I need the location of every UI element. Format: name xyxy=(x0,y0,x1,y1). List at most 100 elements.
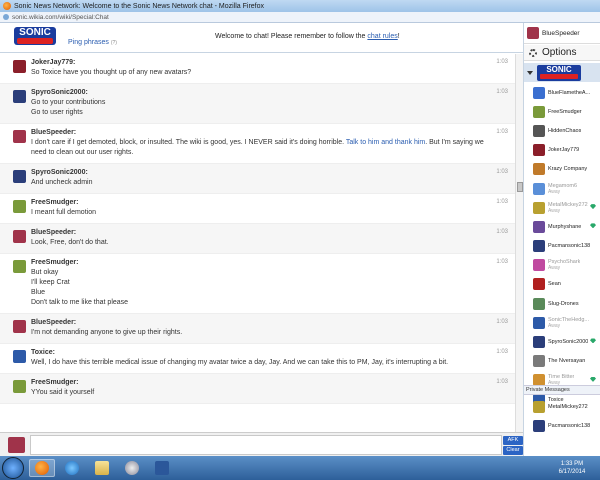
my-avatar xyxy=(8,437,25,453)
message-line: So Toxice have you thought up of any new… xyxy=(31,69,192,76)
private-message-item[interactable]: Pacmansonic138 xyxy=(524,416,600,435)
message-avatar[interactable] xyxy=(13,60,26,73)
user-name: FreeSmudger xyxy=(548,109,582,115)
user-avatar xyxy=(533,144,545,157)
wiki-logo-text: SONIC xyxy=(19,27,51,38)
message-username[interactable]: Toxice: xyxy=(31,348,485,358)
user-list-item[interactable]: MetalMickey272 Away xyxy=(524,198,600,217)
word-icon xyxy=(155,461,169,475)
message-link[interactable]: Talk to him and thank him xyxy=(346,139,425,146)
user-list-item[interactable]: Pacmansonic138 xyxy=(524,237,600,256)
message-username[interactable]: SpyroSonic2000: xyxy=(31,88,485,98)
chat-message: Toxice: Well, I do have this terrible med… xyxy=(0,344,515,374)
address-bar[interactable]: sonic.wikia.com/wiki/Special:Chat xyxy=(0,12,600,23)
taskbar-word[interactable] xyxy=(149,459,175,477)
user-list: BlueFlametheA... FreeSmudger HiddenChaos Jo… xyxy=(524,83,600,409)
user-avatar xyxy=(533,86,545,99)
chat-scrollbar[interactable] xyxy=(515,54,523,432)
options-label: Options xyxy=(542,47,577,58)
message-text: Well, I do have this terrible medical is… xyxy=(31,358,485,368)
pm-user-name: MetalMickey272 xyxy=(548,403,588,410)
message-avatar[interactable] xyxy=(13,260,26,273)
message-username[interactable]: FreeSmudger: xyxy=(31,378,485,388)
message-username[interactable]: BlueSpeeder: xyxy=(31,318,485,328)
message-username[interactable]: JokerJay779: xyxy=(31,58,485,68)
message-avatar[interactable] xyxy=(13,320,26,333)
user-name: JokerJay779 xyxy=(548,147,579,153)
wiki-logo-banner xyxy=(17,38,53,44)
user-list-item[interactable]: Krazy Company xyxy=(524,160,600,179)
message-avatar[interactable] xyxy=(13,350,26,363)
message-avatar[interactable] xyxy=(13,170,26,183)
room-toggle[interactable]: SONIC xyxy=(524,63,600,82)
taskbar-firefox[interactable] xyxy=(29,459,55,477)
user-avatar xyxy=(533,297,545,310)
user-name-text: Krazy Company xyxy=(548,166,588,173)
message-line: I'm not demanding anyone to give up thei… xyxy=(31,329,183,336)
user-list-item[interactable]: Sean xyxy=(524,275,600,294)
user-list-item[interactable]: SonicTheHedg... Away xyxy=(524,313,600,332)
message-username[interactable]: FreeSmudger: xyxy=(31,198,485,208)
moderator-gem-icon xyxy=(590,223,596,229)
options-button[interactable]: Options xyxy=(524,45,600,61)
message-username[interactable]: BlueSpeeder: xyxy=(31,128,485,138)
user-name-text: SpyroSonic2000 xyxy=(548,339,589,346)
user-list-item[interactable]: Megamom6 Away xyxy=(524,179,600,198)
message-username[interactable]: BlueSpeeder: xyxy=(31,228,485,238)
message-username[interactable]: FreeSmudger: xyxy=(31,258,485,268)
message-avatar[interactable] xyxy=(13,90,26,103)
start-button[interactable] xyxy=(2,457,24,479)
private-message-item[interactable]: MetalMickey272 xyxy=(524,397,600,416)
welcome-message: Welcome to chat! Please remember to foll… xyxy=(215,33,400,40)
user-name: Megamom6 Away xyxy=(548,183,577,195)
chevron-down-icon[interactable] xyxy=(527,70,533,75)
message-timestamp: 1:03 xyxy=(496,59,508,65)
message-text: So Toxice have you thought up of any new… xyxy=(31,68,485,78)
user-list-item[interactable]: Murphyshane xyxy=(524,217,600,236)
message-avatar[interactable] xyxy=(13,230,26,243)
message-username[interactable]: SpyroSonic2000: xyxy=(31,168,485,178)
ping-phrases-link[interactable]: Ping phrases (?) xyxy=(68,39,117,46)
message-line: YYou said it yourself xyxy=(31,389,95,396)
user-list-item[interactable]: JokerJay779 xyxy=(524,141,600,160)
chat-message: FreeSmudger: I meant full demotion 1:03 xyxy=(0,194,515,224)
afk-button[interactable]: AFK xyxy=(503,436,523,445)
site-icon xyxy=(3,14,9,20)
current-user[interactable]: BlueSpeeder xyxy=(524,23,600,44)
message-avatar[interactable] xyxy=(13,200,26,213)
user-list-item[interactable]: Slug-Drones xyxy=(524,294,600,313)
user-list-item[interactable]: SpyroSonic2000 xyxy=(524,332,600,351)
taskbar-media[interactable] xyxy=(119,459,145,477)
taskbar-ie[interactable] xyxy=(59,459,85,477)
user-list-item[interactable]: HiddenChaos xyxy=(524,121,600,140)
taskbar-explorer[interactable] xyxy=(89,459,115,477)
message-timestamp: 1:03 xyxy=(496,229,508,235)
user-name-text: Megamom6 xyxy=(548,182,578,189)
url-text[interactable]: sonic.wikia.com/wiki/Special:Chat xyxy=(12,14,109,21)
chat-message: BlueSpeeder: Look, Free, don't do that. 1:… xyxy=(0,224,515,254)
user-name: SonicTheHedg... Away xyxy=(548,317,589,329)
chat-rules-link[interactable]: chat rules xyxy=(367,33,397,40)
ie-icon xyxy=(65,461,79,475)
message-timestamp: 1:03 xyxy=(496,89,508,95)
user-list-item[interactable]: BlueFlametheA... xyxy=(524,83,600,102)
message-timestamp: 1:03 xyxy=(496,379,508,385)
ping-help-badge[interactable]: (?) xyxy=(111,40,117,46)
user-avatar xyxy=(533,316,545,329)
clear-button[interactable]: Clear xyxy=(503,446,523,455)
gear-icon xyxy=(529,48,537,57)
message-input[interactable] xyxy=(30,435,502,455)
message-avatar[interactable] xyxy=(13,130,26,143)
user-list-item[interactable]: The Nversayan xyxy=(524,352,600,371)
moderator-gem-icon xyxy=(590,204,596,210)
wiki-logo[interactable]: SONIC xyxy=(14,27,56,45)
message-avatar[interactable] xyxy=(13,380,26,393)
user-name: Pacmansonic138 xyxy=(548,243,590,249)
user-list-item[interactable]: FreeSmudger xyxy=(524,102,600,121)
system-clock[interactable]: 1:33 PM 6/17/2014 xyxy=(553,460,591,476)
chat-message: BlueSpeeder: I don't care if I get demote… xyxy=(0,124,515,164)
user-name: Krazy Company xyxy=(548,166,587,172)
pm-avatar xyxy=(533,400,545,413)
user-list-item[interactable]: PsychoShark Away xyxy=(524,256,600,275)
away-status: Away xyxy=(548,265,561,272)
